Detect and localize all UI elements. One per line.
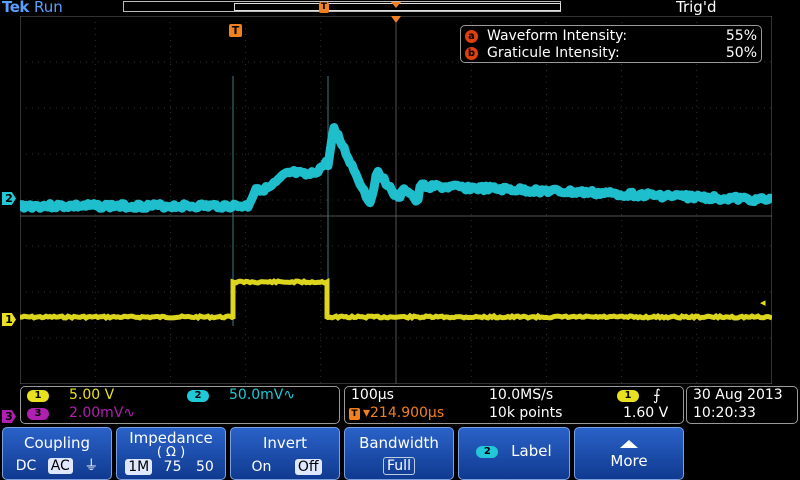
ch2-badge: 2 [187, 390, 209, 402]
timebase-trigger-readout[interactable]: 100µs 10.0MS/s 1 ⨍ T ▾214.900µs 10k poin… [344, 386, 684, 424]
ch3-scale: 2.00mV∿ [69, 405, 136, 421]
ch1-ground-marker[interactable]: 1 [2, 313, 16, 326]
impedance-option-1m[interactable]: 1M [125, 459, 153, 475]
trigger-position-marker[interactable]: T [229, 24, 242, 37]
channel-scale-readout[interactable]: 1 5.00 V 2 50.0mV∿ 3 2.00mV∿ [20, 386, 340, 424]
waveform-intensity-value: 55% [725, 28, 757, 44]
invert-option-off[interactable]: Off [294, 459, 322, 475]
coupling-button[interactable]: Coupling DC AC ⏚ [2, 427, 112, 480]
invert-label: Invert [262, 434, 308, 452]
timebase: 100µs [351, 387, 394, 403]
chevron-up-icon [620, 440, 638, 448]
bandwidth-button[interactable]: Bandwidth Full [344, 427, 454, 480]
brand-logo: Tek [2, 0, 29, 16]
impedance-unit: ( Ω ) [156, 445, 186, 460]
record-length: 10k points [489, 405, 563, 421]
label-button-content: 2 Label [459, 442, 569, 460]
top-status-bar: Tek Run T Trig'd [0, 0, 800, 16]
expansion-point-icon [391, 2, 401, 8]
trigger-source-badge: 1 [617, 390, 639, 402]
invert-button[interactable]: Invert On Off [230, 427, 340, 480]
bandwidth-label: Bandwidth [359, 434, 439, 452]
ground-icon[interactable]: ⏚ [81, 455, 101, 475]
bandwidth-value: Full [383, 457, 415, 475]
graticule-intensity-badge: b [465, 46, 478, 60]
invert-option-on[interactable]: On [248, 459, 274, 475]
graticule-intensity-value: 50% [725, 45, 757, 61]
date: 30 Aug 2013 [693, 387, 783, 403]
ch3-badge: 3 [27, 408, 49, 420]
coupling-option-ac[interactable]: AC [47, 458, 73, 474]
trigger-position-icon: T [349, 408, 360, 420]
trigger-position: ▾214.900µs [363, 405, 445, 421]
label-button[interactable]: 2 Label [458, 427, 570, 480]
record-trigger-icon: T [319, 2, 329, 13]
waveform-intensity-row: a Waveform Intensity: 55% [465, 28, 759, 46]
sample-rate: 10.0MS/s [489, 387, 554, 403]
graticule-intensity-row: b Graticule Intensity: 50% [465, 45, 759, 63]
graticule-intensity-label: Graticule Intensity: [487, 45, 620, 61]
impedance-options: 1M 75 50 [117, 459, 225, 475]
coupling-option-dc[interactable]: DC [13, 458, 40, 474]
waveform-intensity-badge: a [465, 29, 478, 43]
bandwidth-value-row: Full [345, 457, 453, 475]
impedance-button[interactable]: Impedance ( Ω ) 1M 75 50 [116, 427, 226, 480]
invert-options: On Off [231, 459, 339, 475]
intensity-readout: a Waveform Intensity: 55% b Graticule In… [460, 25, 762, 63]
more-label: More [610, 452, 648, 470]
impedance-option-50[interactable]: 50 [193, 459, 217, 475]
graticule [20, 16, 772, 384]
ch2-scale: 50.0mV∿ [229, 387, 296, 403]
ch3-ground-marker[interactable]: 3 [2, 410, 16, 423]
waveform-intensity-label: Waveform Intensity: [487, 28, 628, 44]
trigger-level: 1.60 V [623, 405, 669, 421]
ch2-label-badge: 2 [476, 445, 499, 458]
ch1-scale: 5.00 V [69, 387, 115, 403]
trigger-status: Trig'd [676, 0, 717, 16]
time: 10:20:33 [693, 405, 756, 421]
label-button-text: Label [511, 442, 552, 460]
impedance-option-75[interactable]: 75 [161, 459, 185, 475]
coupling-label: Coupling [23, 434, 91, 452]
ch2-ground-marker[interactable]: 2 [2, 192, 16, 205]
more-button[interactable]: More [574, 427, 684, 480]
expansion-point-marker [391, 16, 401, 23]
coupling-options: DC AC ⏚ [3, 455, 111, 475]
trigger-level-marker[interactable]: ◂ [760, 296, 766, 309]
ch1-badge: 1 [27, 390, 49, 402]
rising-edge-icon: ⨍ [653, 386, 661, 404]
date-time-readout: 30 Aug 2013 10:20:33 [686, 386, 798, 424]
run-state: Run [34, 0, 63, 16]
